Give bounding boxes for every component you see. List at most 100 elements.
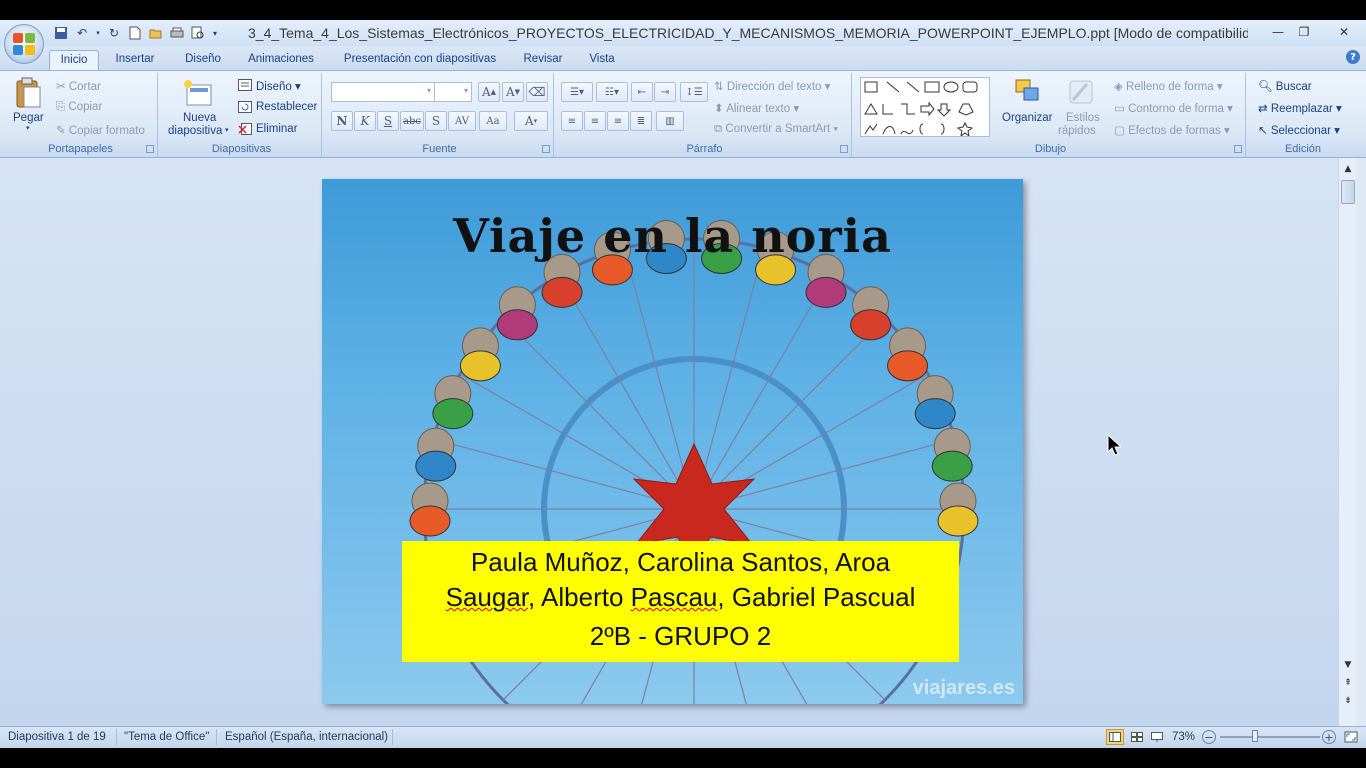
new-slide-dropdown-icon[interactable]: ▾: [225, 126, 229, 134]
shape-effects-button[interactable]: ▢ Efectos de formas ▾: [1114, 123, 1230, 137]
arrange-button[interactable]: Organizar: [1002, 112, 1053, 124]
new-slide-label-1[interactable]: Nueva: [183, 112, 216, 124]
replace-button[interactable]: ⇄ Reemplazar ▾: [1258, 101, 1342, 115]
print-preview-icon[interactable]: [189, 24, 207, 42]
font-name-combo[interactable]: ▾: [331, 82, 435, 102]
quick-styles-label-1[interactable]: Estilos: [1066, 112, 1100, 124]
select-button[interactable]: ↖ Seleccionar ▾: [1258, 123, 1340, 137]
delete-slide-icon[interactable]: [238, 123, 252, 135]
align-center-icon[interactable]: ≡: [584, 111, 606, 131]
dialog-launcher-icon[interactable]: [840, 145, 848, 153]
minimize-icon[interactable]: —: [1264, 22, 1292, 42]
office-button[interactable]: [4, 24, 44, 64]
shrink-font-icon[interactable]: A ▼: [502, 82, 524, 102]
grow-font-icon[interactable]: A ▲: [478, 82, 500, 102]
increase-indent-icon[interactable]: ⇥: [654, 82, 676, 102]
justify-icon[interactable]: ≣: [630, 111, 652, 131]
strikethrough-icon[interactable]: abc: [400, 111, 424, 131]
save-icon[interactable]: [52, 24, 70, 42]
quick-styles-label-2[interactable]: rápidos: [1058, 125, 1096, 137]
dialog-launcher-icon[interactable]: [1234, 145, 1242, 153]
dialog-launcher-icon[interactable]: [146, 145, 154, 153]
change-case-icon[interactable]: Aa: [479, 111, 507, 131]
zoom-in-icon[interactable]: +: [1322, 730, 1336, 744]
paste-icon[interactable]: [13, 77, 43, 109]
underline-icon[interactable]: S: [377, 111, 399, 131]
arrange-icon[interactable]: [1013, 77, 1043, 107]
align-text-button[interactable]: ⬍ Alinear texto ▾: [714, 101, 799, 115]
names-textbox[interactable]: Paula Muñoz, Carolina Santos, Aroa Sauga…: [402, 541, 959, 662]
scroll-thumb[interactable]: [1341, 180, 1355, 204]
font-color-icon[interactable]: A ▾: [514, 111, 548, 131]
shape-fill-button[interactable]: ◈ Relleno de forma ▾: [1114, 79, 1223, 93]
bold-icon[interactable]: N: [331, 111, 353, 131]
new-slide-label-2[interactable]: diapositiva: [168, 125, 222, 137]
spacing-icon[interactable]: AV: [448, 111, 476, 131]
layout-button[interactable]: Diseño ▾: [256, 79, 301, 93]
quick-styles-icon[interactable]: [1066, 77, 1096, 107]
shape-outline-button[interactable]: ▭ Contorno de forma ▾: [1114, 101, 1233, 115]
slide-sorter-icon[interactable]: [1128, 729, 1146, 745]
normal-view-icon[interactable]: [1106, 729, 1124, 745]
zoom-level[interactable]: 73%: [1172, 731, 1195, 743]
theme-name[interactable]: "Tema de Office": [124, 731, 209, 743]
clear-format-icon[interactable]: ⌫: [526, 82, 548, 102]
print-icon[interactable]: [168, 24, 186, 42]
decrease-indent-icon[interactable]: ⇤: [631, 82, 653, 102]
tab-animaciones[interactable]: Animaciones: [240, 50, 322, 70]
new-slide-icon[interactable]: [182, 78, 214, 108]
shadow-icon[interactable]: S: [425, 111, 447, 131]
tab-insertar[interactable]: Insertar: [106, 50, 164, 70]
window-title: 3_4_Tema_4_Los_Sistemas_Electrónicos_PRO…: [248, 25, 1248, 41]
paste-dropdown-icon[interactable]: ▾: [26, 124, 30, 132]
tab-presentacion[interactable]: Presentación con diapositivas: [335, 50, 505, 70]
zoom-slider[interactable]: [1220, 736, 1320, 738]
tab-inicio[interactable]: Inicio: [49, 50, 99, 70]
undo-icon[interactable]: ↶: [73, 24, 91, 42]
zoom-out-icon[interactable]: −: [1202, 730, 1216, 744]
dialog-launcher-icon[interactable]: [542, 145, 550, 153]
language-indicator[interactable]: Español (España, internacional): [225, 731, 388, 743]
vertical-scrollbar[interactable]: ▲ ▼ ⇞ ⇟: [1338, 158, 1356, 726]
find-button[interactable]: 🔍︎ Buscar: [1258, 79, 1312, 93]
layout-icon[interactable]: [238, 79, 252, 91]
scroll-down-icon[interactable]: ▼: [1341, 658, 1355, 672]
redo-icon[interactable]: ↻: [105, 24, 123, 42]
slideshow-icon[interactable]: [1148, 729, 1166, 745]
open-folder-icon[interactable]: [147, 24, 165, 42]
fit-to-window-icon[interactable]: [1342, 729, 1360, 745]
slide-title[interactable]: Viaje en la noria: [322, 209, 1023, 263]
restore-icon[interactable]: ❐: [1290, 22, 1318, 42]
reset-button[interactable]: Restablecer: [256, 101, 317, 113]
tab-diseno[interactable]: Diseño: [175, 50, 231, 70]
paste-button[interactable]: Pegar: [13, 112, 44, 124]
italic-icon[interactable]: K: [354, 111, 376, 131]
tab-revisar[interactable]: Revisar: [515, 50, 571, 70]
slide-1[interactable]: Viaje en la noria Paula Muñoz, Carolina …: [322, 179, 1023, 704]
next-slide-icon[interactable]: ⇟: [1341, 694, 1355, 708]
line-spacing-icon[interactable]: ↕☰: [680, 82, 708, 102]
columns-icon[interactable]: ▥: [656, 111, 684, 131]
previous-slide-icon[interactable]: ⇞: [1341, 676, 1355, 690]
delete-slide-button[interactable]: Eliminar: [256, 123, 298, 135]
tab-vista[interactable]: Vista: [582, 50, 622, 70]
smartart-button[interactable]: ⧉ Convertir a SmartArt ▾: [714, 123, 838, 136]
undo-dropdown-icon[interactable]: ▾: [94, 24, 102, 42]
font-size-combo[interactable]: ▾: [434, 82, 472, 102]
new-document-icon[interactable]: [126, 24, 144, 42]
align-left-icon[interactable]: ≡: [561, 111, 583, 131]
close-icon[interactable]: ✕: [1330, 22, 1358, 42]
customize-qat-icon[interactable]: ▾: [210, 24, 220, 42]
numbering-icon[interactable]: ☷▾: [596, 82, 628, 102]
format-painter-button[interactable]: ✎ Copiar formato: [56, 123, 145, 137]
scroll-up-icon[interactable]: ▲: [1341, 162, 1355, 176]
shapes-gallery[interactable]: [860, 77, 990, 137]
copy-button[interactable]: ⎘ Copiar: [56, 101, 102, 114]
reset-icon[interactable]: [238, 101, 252, 113]
zoom-slider-thumb[interactable]: [1252, 730, 1258, 742]
help-icon[interactable]: ?: [1346, 50, 1360, 64]
cut-button[interactable]: ✂ Cortar: [56, 79, 101, 93]
bullets-icon[interactable]: ☰▾: [561, 82, 593, 102]
align-right-icon[interactable]: ≡: [607, 111, 629, 131]
text-direction-button[interactable]: ⇅ Dirección del texto ▾: [714, 79, 830, 93]
